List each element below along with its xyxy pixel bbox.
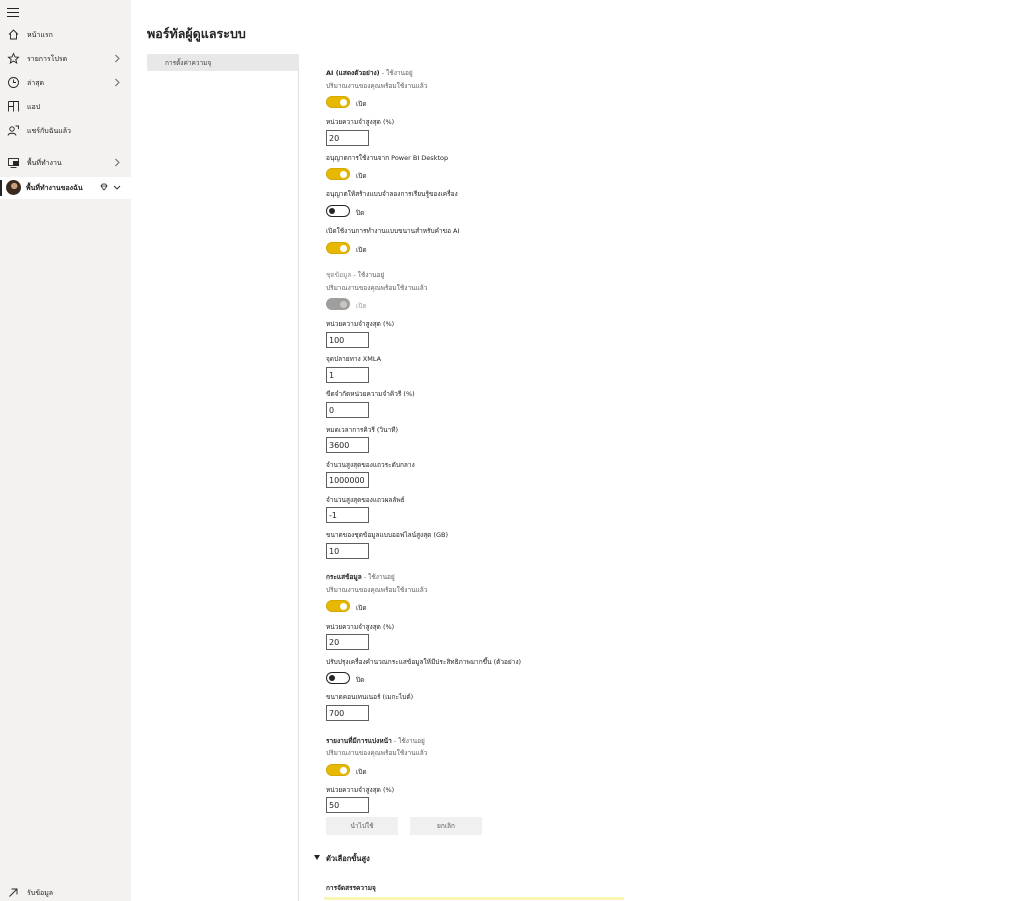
ai-allow-desktop-toggle[interactable] [326, 168, 350, 180]
nav-item-label: รับข้อมูล [27, 888, 54, 897]
ai-max-memory-label: หน่วยความจำสูงสุด (%) [326, 118, 395, 126]
capacity-memory-bar [324, 897, 624, 900]
star-icon [7, 52, 20, 64]
enhanced-engine-label: ปรับปรุงเครื่องคำนวณกระแสข้อมูลให้มีประส… [326, 658, 522, 666]
nav-item-label: แชร์กับฉันแล้ว [27, 126, 71, 135]
paginated-max-memory-input[interactable] [326, 797, 369, 813]
container-size-input[interactable] [326, 705, 369, 721]
container-size-label: ขนาดคอนเทนเนอร์ (เมกะไบต์) [326, 693, 414, 701]
nav-item-apps[interactable]: แอป [0, 96, 131, 118]
dataflows-max-memory-input[interactable] [326, 634, 369, 650]
capacity-allocation-title: การจัดสรรความจุ [326, 884, 376, 892]
enhanced-engine-toggle-label: ปิด [356, 676, 365, 684]
ai-allow-local-toggle-label: ปิด [356, 209, 365, 217]
datasets-section-title: ชุดข้อมูล - ใช้งานอยู่ [326, 271, 385, 279]
nav-item-label: รายการโปรด [27, 54, 68, 63]
capacity-settings-panel: AI (แสดงตัวอย่าง) - ใช้งานอยู่ ปริมาณงาน… [314, 0, 646, 901]
chevron-right-icon [115, 54, 120, 63]
advanced-options-title[interactable]: ตัวเลือกขั้นสูง [326, 853, 370, 865]
clock-icon [8, 77, 19, 88]
home-icon [8, 29, 19, 40]
nav-item-recent[interactable]: ล่าสุด [0, 72, 131, 94]
max-result-rows-label: จำนวนสูงสุดของแถวผลลัพธ์ [326, 496, 405, 504]
query-memory-limit-label: ขีดจำกัดหน่วยความจำคิวรี (%) [326, 390, 415, 398]
ai-allow-desktop-toggle-label: เปิด [356, 172, 367, 180]
ai-max-memory-input[interactable] [326, 130, 369, 146]
nav-item-label: ล่าสุด [27, 78, 45, 87]
nav-item-my-workspace[interactable]: พื้นที่ทำงานของฉัน [0, 177, 131, 199]
xmla-endpoint-label: จุดปลายทาง XMLA [326, 355, 382, 363]
collapse-triangle-icon[interactable] [314, 855, 320, 860]
nav-item-favorites[interactable]: รายการโปรด [0, 48, 131, 70]
dataflows-workload-toggle[interactable] [326, 600, 350, 612]
workspaces-icon [8, 158, 19, 168]
apply-button[interactable]: นำไปใช้ [326, 817, 398, 835]
max-result-rows-input[interactable] [326, 507, 369, 523]
tab-capacity-settings[interactable]: การตั้งค่าความจุ [147, 54, 299, 71]
ai-workload-toggle[interactable] [326, 96, 350, 108]
nav-item-home[interactable]: หน้าแรก [0, 24, 131, 46]
nav-item-label: หน้าแรก [27, 30, 53, 39]
nav-item-label: พื้นที่ทำงาน [27, 158, 62, 167]
ai-allow-local-toggle[interactable] [326, 205, 350, 217]
nav-item-get-data[interactable]: รับข้อมูล [0, 882, 131, 901]
ai-allow-local-label: อนุญาตให้สร้างแบบจำลองการเรียนรู้ของเครื… [326, 190, 458, 198]
nav-item-shared[interactable]: แชร์กับฉันแล้ว [0, 120, 131, 142]
datasets-toggle-label: เปิด [356, 302, 367, 310]
datasets-max-memory-input[interactable] [326, 332, 369, 348]
ai-section-title: AI (แสดงตัวอย่าง) - ใช้งานอยู่ [326, 69, 413, 77]
max-intermediate-rows-input[interactable] [326, 472, 369, 488]
enhanced-engine-toggle[interactable] [326, 672, 350, 684]
premium-diamond-icon [100, 183, 108, 191]
datasets-max-memory-label: หน่วยความจำสูงสุด (%) [326, 320, 395, 328]
settings-tab-list: การตั้งค่าความจุ [147, 54, 299, 901]
nav-item-label: แอป [27, 102, 41, 111]
dataflows-toggle-label: เปิด [356, 604, 367, 612]
paginated-workload-toggle[interactable] [326, 764, 350, 776]
get-data-arrow-icon [9, 888, 18, 897]
chevron-right-icon [115, 78, 120, 87]
max-intermediate-rows-label: จำนวนสูงสุดของแถวระดับกลาง [326, 461, 415, 469]
ai-parallel-label: เปิดใช้งานการทำงานแบบขนานสำหรับคำขอ AI [326, 227, 460, 235]
shared-icon [7, 125, 19, 136]
dataflows-workload-status: ปริมาณงานของคุณพร้อมใช้งานแล้ว [326, 586, 428, 594]
max-offline-size-input[interactable] [326, 543, 369, 559]
ai-parallel-toggle-label: เปิด [356, 246, 367, 254]
query-timeout-input[interactable] [326, 437, 369, 453]
avatar [6, 180, 21, 195]
xmla-endpoint-input[interactable] [326, 367, 369, 383]
paginated-section-title: รายงานที่มีการแบ่งหน้า - ใช้งานอยู่ [326, 737, 425, 745]
ai-allow-desktop-label: อนุญาตการใช้งานจาก Power BI Desktop [326, 154, 449, 162]
chevron-right-icon [115, 158, 120, 167]
paginated-toggle-label: เปิด [356, 768, 367, 776]
chevron-down-icon [113, 185, 121, 190]
ai-toggle-label: เปิด [356, 100, 367, 108]
tab-label: การตั้งค่าความจุ [165, 59, 212, 67]
left-nav: หน้าแรก รายการโปรด ล่าสุด แอป แชร์กับฉัน… [0, 0, 131, 901]
max-offline-size-label: ขนาดของชุดข้อมูลแบบออฟไลน์สูงสุด (GB) [326, 531, 449, 539]
active-indicator [0, 180, 2, 196]
ai-workload-status: ปริมาณงานของคุณพร้อมใช้งานแล้ว [326, 82, 428, 90]
dataflows-section-title: กระแสข้อมูล - ใช้งานอยู่ [326, 573, 395, 581]
paginated-workload-status: ปริมาณงานของคุณพร้อมใช้งานแล้ว [326, 749, 428, 757]
query-memory-limit-input[interactable] [326, 402, 369, 418]
query-timeout-label: หมดเวลาการคิวรี (วินาที) [326, 426, 399, 434]
nav-item-workspaces[interactable]: พื้นที่ทำงาน [0, 152, 131, 174]
dataflows-max-memory-label: หน่วยความจำสูงสุด (%) [326, 623, 395, 631]
paginated-max-memory-label: หน่วยความจำสูงสุด (%) [326, 786, 395, 794]
nav-item-label: พื้นที่ทำงานของฉัน [26, 183, 83, 192]
datasets-workload-status: ปริมาณงานของคุณพร้อมใช้งานแล้ว [326, 284, 428, 292]
datasets-workload-toggle [326, 298, 350, 310]
apps-icon [8, 101, 19, 112]
ai-parallel-toggle[interactable] [326, 242, 350, 254]
cancel-button[interactable]: ยกเลิก [410, 817, 482, 835]
page-title: พอร์ทัลผู้ดูแลระบบ [147, 26, 246, 41]
hamburger-menu-icon[interactable] [7, 8, 19, 17]
